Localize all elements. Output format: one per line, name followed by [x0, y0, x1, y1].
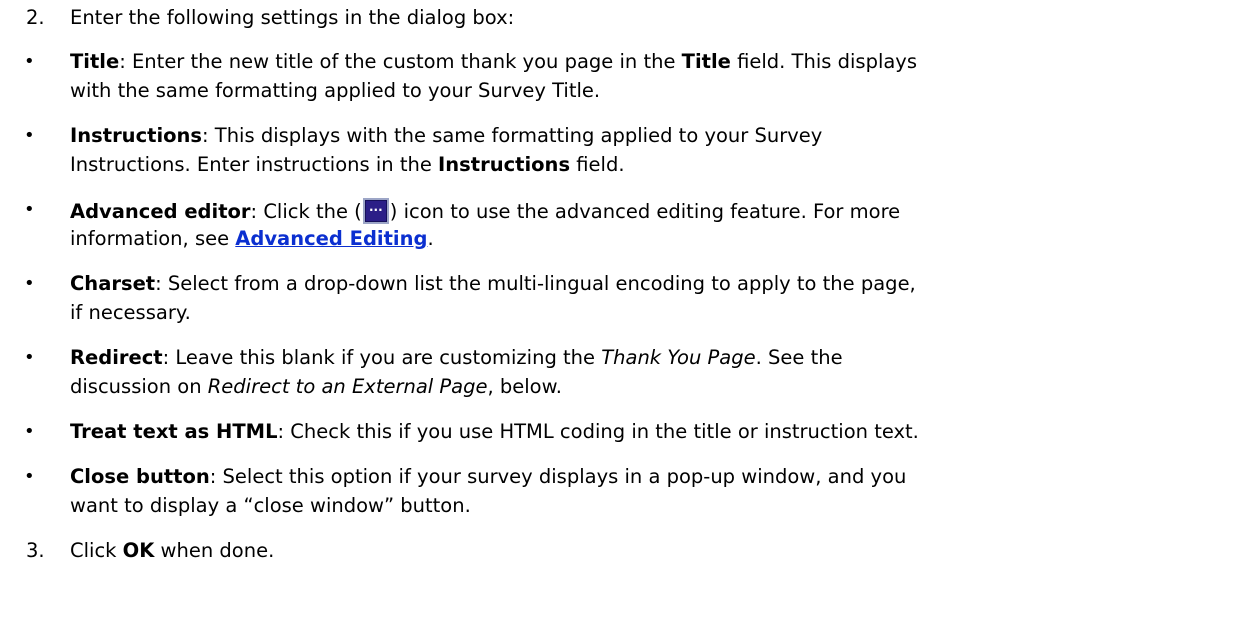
item-text: : Leave this blank if you are customizin…	[162, 346, 602, 369]
item-text: : Select from a drop-down list the multi…	[155, 272, 916, 295]
bullet-icon: •	[24, 199, 35, 220]
item-inline-bold: Title	[681, 50, 731, 73]
item-label: Title	[70, 50, 120, 73]
item-text-line: with the same formatting applied to your…	[70, 79, 601, 102]
step-text: Click	[70, 539, 123, 562]
item-text: : Check this if you use HTML coding in t…	[277, 420, 919, 443]
item-italic: Redirect to an External Page	[207, 375, 488, 398]
item-text: , below.	[487, 375, 562, 398]
item-text: : This displays with the same formatting…	[202, 124, 823, 147]
step-text-container: Click OK when done.	[70, 539, 274, 563]
step-number: 3.	[26, 539, 45, 562]
item-text: .	[427, 227, 434, 250]
item-text: field. This displays	[730, 50, 918, 73]
item-text: field.	[570, 153, 625, 176]
bullet-icon: •	[24, 51, 35, 72]
item-text-line: information, see Advanced Editing.	[70, 227, 434, 251]
item-text: : Click the (	[250, 200, 362, 223]
document-page: 2. Enter the following settings in the d…	[0, 0, 1249, 634]
item-text-line: if necessary.	[70, 301, 191, 324]
item-text: discussion on	[70, 375, 208, 398]
item-text-line: want to display a “close window” button.	[70, 494, 471, 517]
bullet-icon: •	[24, 347, 35, 368]
item-text: ) icon to use the advanced editing featu…	[389, 200, 901, 223]
item-text-line: discussion on Redirect to an External Pa…	[70, 375, 562, 399]
ok-label: OK	[122, 539, 155, 562]
item-inline-bold: Instructions	[438, 153, 571, 176]
item-text: . See the	[755, 346, 843, 369]
item-label: Redirect	[70, 346, 163, 369]
item-text: Instructions. Enter instructions in the	[70, 153, 439, 176]
item-label: Charset	[70, 272, 156, 295]
item-label: Advanced editor	[70, 200, 251, 223]
bullet-icon: •	[24, 421, 35, 442]
item-label: Instructions	[70, 124, 203, 147]
item-text: : Enter the new title of the custom than…	[119, 50, 682, 73]
bullet-icon: •	[24, 125, 35, 146]
step-text: when done.	[154, 539, 275, 562]
item-text: information, see	[70, 227, 236, 250]
advanced-editing-link[interactable]: Advanced Editing	[235, 227, 427, 250]
ellipsis-icon: ···	[362, 198, 389, 224]
item-text-line: Instructions. Enter instructions in the …	[70, 153, 625, 177]
step-number: 2.	[26, 6, 45, 29]
item-italic: Thank You Page	[601, 346, 756, 369]
item-label: Treat text as HTML	[70, 420, 278, 443]
bullet-icon: •	[24, 466, 35, 487]
item-text: : Select this option if your survey disp…	[209, 465, 907, 488]
step-text: Enter the following settings in the dial…	[70, 6, 515, 29]
item-label: Close button	[70, 465, 210, 488]
bullet-icon: •	[24, 273, 35, 294]
